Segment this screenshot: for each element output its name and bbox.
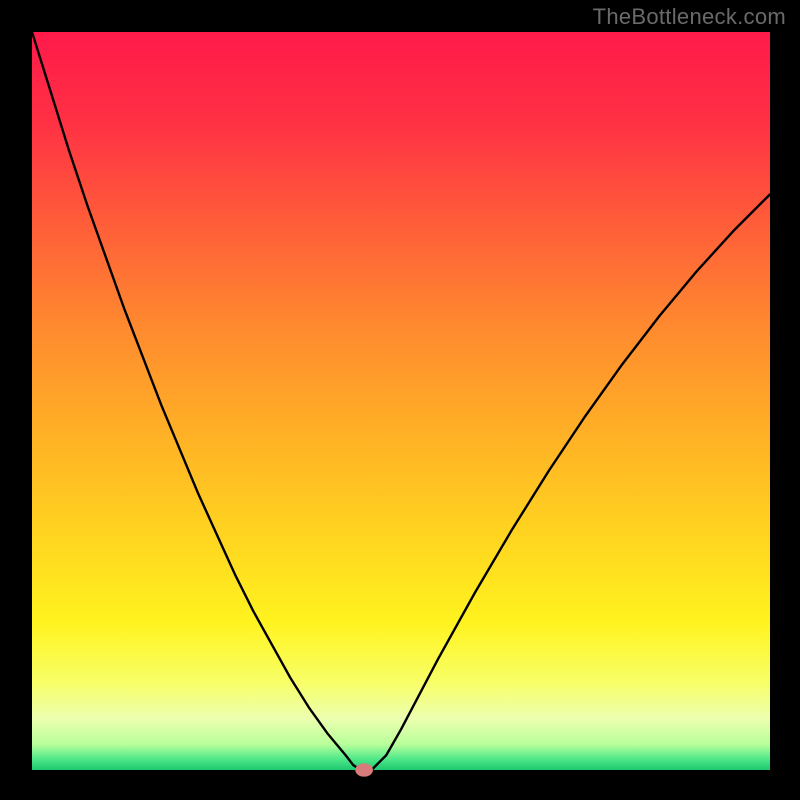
watermark-text: TheBottleneck.com [593,4,786,30]
plot-background [32,32,770,770]
optimal-point-marker [355,763,373,776]
bottleneck-chart [0,0,800,800]
